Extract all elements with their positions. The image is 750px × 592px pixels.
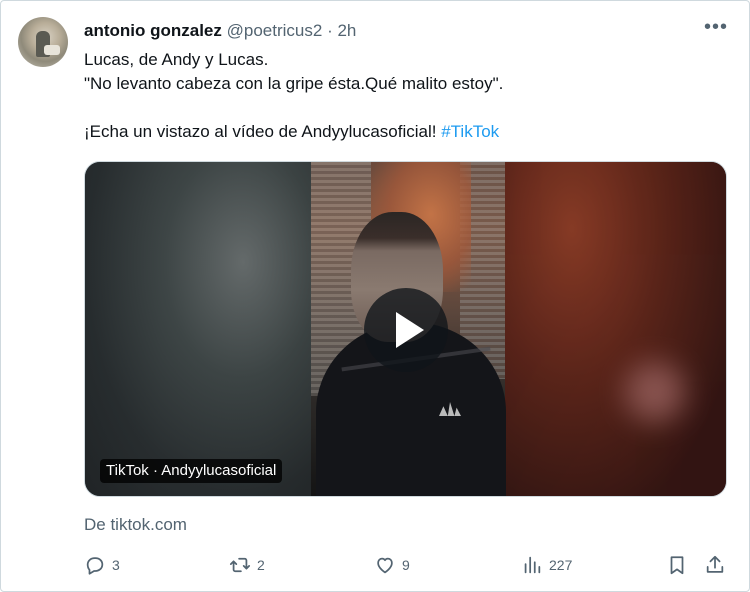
views-chart-icon xyxy=(524,556,541,574)
avatar[interactable] xyxy=(18,17,68,67)
heart-icon xyxy=(377,557,393,574)
link-source[interactable]: De tiktok.com xyxy=(84,514,187,536)
video-media-card[interactable]: TikTok · Andyylucasoficial xyxy=(84,161,727,497)
views-count: 227 xyxy=(549,557,573,573)
video-blur-left xyxy=(85,162,311,496)
retweet-icon xyxy=(229,557,251,573)
author-handle[interactable]: @poetricus2 xyxy=(227,21,323,40)
separator-dot: · xyxy=(327,21,333,40)
like-button[interactable]: 9 xyxy=(374,551,410,579)
tweet-text: Lucas, de Andy y Lucas. "No levanto cabe… xyxy=(84,48,724,144)
reply-bubble-icon xyxy=(86,557,104,575)
reply-count: 3 xyxy=(112,557,120,573)
retweet-button[interactable]: 2 xyxy=(229,551,265,579)
hashtag-link[interactable]: #TikTok xyxy=(441,122,499,141)
tweet-cta-line: ¡Echa un vistazo al vídeo de Andyylucaso… xyxy=(84,120,724,144)
more-dots-icon[interactable]: ••• xyxy=(703,17,729,41)
media-source-label: TikTok · Andyylucasoficial xyxy=(100,459,283,483)
tweet-line: "No levanto cabeza con la gripe ésta.Qué… xyxy=(84,74,504,93)
cta-text: ¡Echa un vistazo al vídeo de Andyylucaso… xyxy=(84,122,442,141)
share-upload-icon xyxy=(706,555,724,573)
bookmark-button[interactable] xyxy=(666,551,688,579)
video-blur-right xyxy=(505,162,726,496)
author-name[interactable]: antonio gonzalez xyxy=(84,21,222,40)
tweet-time[interactable]: 2h xyxy=(337,21,356,40)
tweet-card: antonio gonzalez @poetricus2 · 2h ••• Lu… xyxy=(0,0,750,592)
video-blur-spot xyxy=(625,362,685,422)
reply-button[interactable]: 3 xyxy=(84,551,120,579)
play-icon xyxy=(396,312,424,348)
tweet-line: Lucas, de Andy y Lucas. xyxy=(84,50,269,69)
like-count: 9 xyxy=(402,557,410,573)
tweet-header: antonio gonzalez @poetricus2 · 2h xyxy=(84,20,356,42)
share-button[interactable] xyxy=(704,551,726,579)
bookmark-icon xyxy=(670,556,684,575)
avatar-detail xyxy=(44,45,60,55)
play-button[interactable] xyxy=(364,288,448,372)
action-bar: 3 2 9 227 xyxy=(84,551,734,579)
retweet-count: 2 xyxy=(257,557,265,573)
views-button[interactable]: 227 xyxy=(521,551,572,579)
